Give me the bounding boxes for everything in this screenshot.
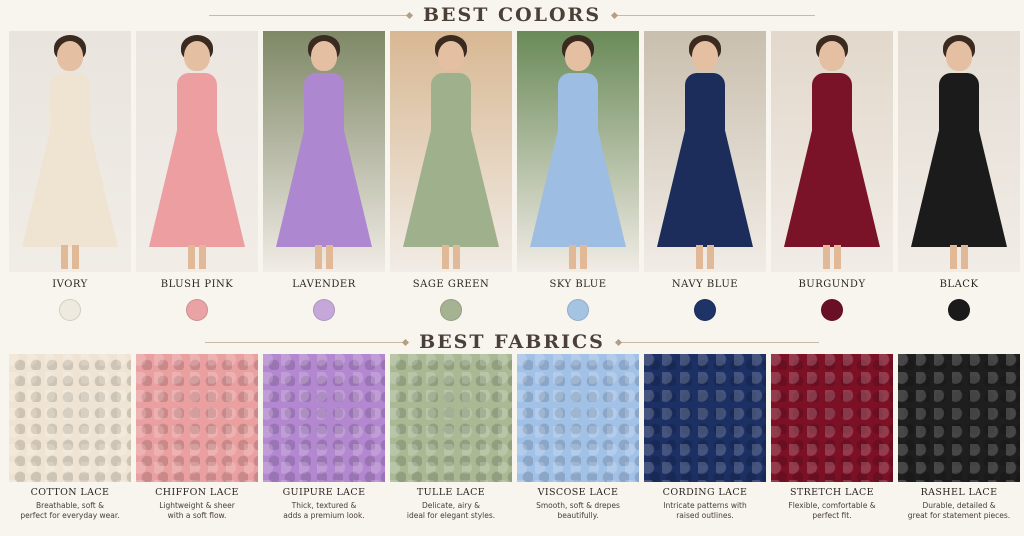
fabric-label-cell: RASHEL LACE Durable, detailed & great for … <box>898 487 1020 521</box>
fabric-label-cell: CORDING LACE Intricate patterns with raise… <box>644 487 766 521</box>
fabric-description: with a soft flow. <box>167 511 227 520</box>
best-fabrics-title: BEST FABRICS <box>419 331 605 353</box>
color-label-cell: LAVENDER <box>263 279 385 321</box>
color-label-cell: BURGUNDY <box>771 279 893 321</box>
fabric-label-cell: CHIFFON LACE Lightweight & sheer with a so… <box>136 487 258 521</box>
fabric-description: Delicate, airy & <box>421 501 481 510</box>
fabric-description: Intricate patterns with <box>663 501 747 510</box>
fabric-description: beautifully. <box>557 511 599 520</box>
fabric-swatch <box>136 354 258 482</box>
color-name: SKY BLUE <box>549 279 607 290</box>
fabric-swatch <box>898 354 1020 482</box>
color-label-cell: IVORY <box>9 279 131 321</box>
dress-photo <box>9 31 131 272</box>
dress-photo <box>644 31 766 272</box>
dress-photo-row <box>9 31 1020 272</box>
color-swatch <box>59 299 81 321</box>
color-name: LAVENDER <box>292 279 356 290</box>
color-label-cell: NAVY BLUE <box>644 279 766 321</box>
color-swatch <box>440 299 462 321</box>
fabric-description: adds a premium look. <box>283 511 365 520</box>
fabric-label-cell: STRETCH LACE Flexible, comfortable & perfe… <box>771 487 893 521</box>
fabric-description: Smooth, soft & drepes <box>536 501 620 510</box>
fabric-swatch <box>771 354 893 482</box>
color-swatch <box>821 299 843 321</box>
fabric-description: Breathable, soft & <box>36 501 104 510</box>
fabric-name: TULLE LACE <box>416 487 486 498</box>
color-label-cell: SKY BLUE <box>517 279 639 321</box>
fabric-swatch <box>644 354 766 482</box>
fabric-swatch <box>517 354 639 482</box>
color-name: BLACK <box>939 279 979 290</box>
color-label-cell: SAGE GREEN <box>390 279 512 321</box>
heading-divider <box>205 341 406 343</box>
best-fabrics-heading: BEST FABRICS <box>0 331 1024 353</box>
color-swatch <box>948 299 970 321</box>
fabric-description: perfect fit. <box>812 511 852 520</box>
dress-photo <box>263 31 385 272</box>
fabric-description: Durable, detailed & <box>922 501 996 510</box>
fabric-label-cell: TULLE LACE Delicate, airy & ideal for eleg… <box>390 487 512 521</box>
fabric-label-cell: VISCOSE LACE Smooth, soft & drepes beautif… <box>517 487 639 521</box>
color-swatch <box>313 299 335 321</box>
color-name: NAVY BLUE <box>671 279 739 290</box>
heading-divider <box>618 341 819 343</box>
fabric-description: raised outlines. <box>676 511 734 520</box>
fabric-description: Flexible, comfortable & <box>788 501 876 510</box>
dress-photo <box>898 31 1020 272</box>
fabric-swatch <box>263 354 385 482</box>
fabric-swatch <box>390 354 512 482</box>
color-name: BURGUNDY <box>798 279 866 290</box>
color-label-cell: BLUSH PINK <box>136 279 258 321</box>
fabric-label-row: COTTON LACE Breathable, soft & perfect for… <box>9 487 1020 521</box>
fabric-name: CORDING LACE <box>662 487 748 498</box>
fabric-label-cell: COTTON LACE Breathable, soft & perfect for… <box>9 487 131 521</box>
dress-photo <box>136 31 258 272</box>
best-colors-title: BEST COLORS <box>422 4 602 26</box>
dress-photo <box>517 31 639 272</box>
color-swatch <box>694 299 716 321</box>
color-name: IVORY <box>52 279 88 290</box>
color-swatch <box>567 299 589 321</box>
fabric-name: GUIPURE LACE <box>282 487 366 498</box>
color-name: BLUSH PINK <box>160 279 234 290</box>
best-colors-heading: BEST COLORS <box>0 4 1024 26</box>
fabric-description: perfect for everyday wear. <box>20 511 120 520</box>
fabric-swatch-row <box>9 354 1020 482</box>
fabric-name: VISCOSE LACE <box>537 487 619 498</box>
fabric-description: great for statement pieces. <box>907 511 1011 520</box>
color-swatch <box>186 299 208 321</box>
fabric-name: CHIFFON LACE <box>155 487 239 498</box>
heading-divider <box>208 14 409 16</box>
fabric-name: STRETCH LACE <box>789 487 874 498</box>
fabric-name: COTTON LACE <box>30 487 110 498</box>
color-name: SAGE GREEN <box>412 279 490 290</box>
color-label-cell: BLACK <box>898 279 1020 321</box>
fabric-name: RASHEL LACE <box>920 487 998 498</box>
dress-photo <box>390 31 512 272</box>
color-label-row: IVORY BLUSH PINK LAVENDER SAGE GREEN SKY BLU… <box>9 279 1020 321</box>
dress-photo <box>771 31 893 272</box>
heading-divider <box>615 14 816 16</box>
fabric-description: Lightweight & sheer <box>159 501 235 510</box>
fabric-label-cell: GUIPURE LACE Thick, textured & adds a prem… <box>263 487 385 521</box>
fabric-description: Thick, textured & <box>291 501 357 510</box>
fabric-swatch <box>9 354 131 482</box>
fabric-description: ideal for elegant styles. <box>406 511 496 520</box>
